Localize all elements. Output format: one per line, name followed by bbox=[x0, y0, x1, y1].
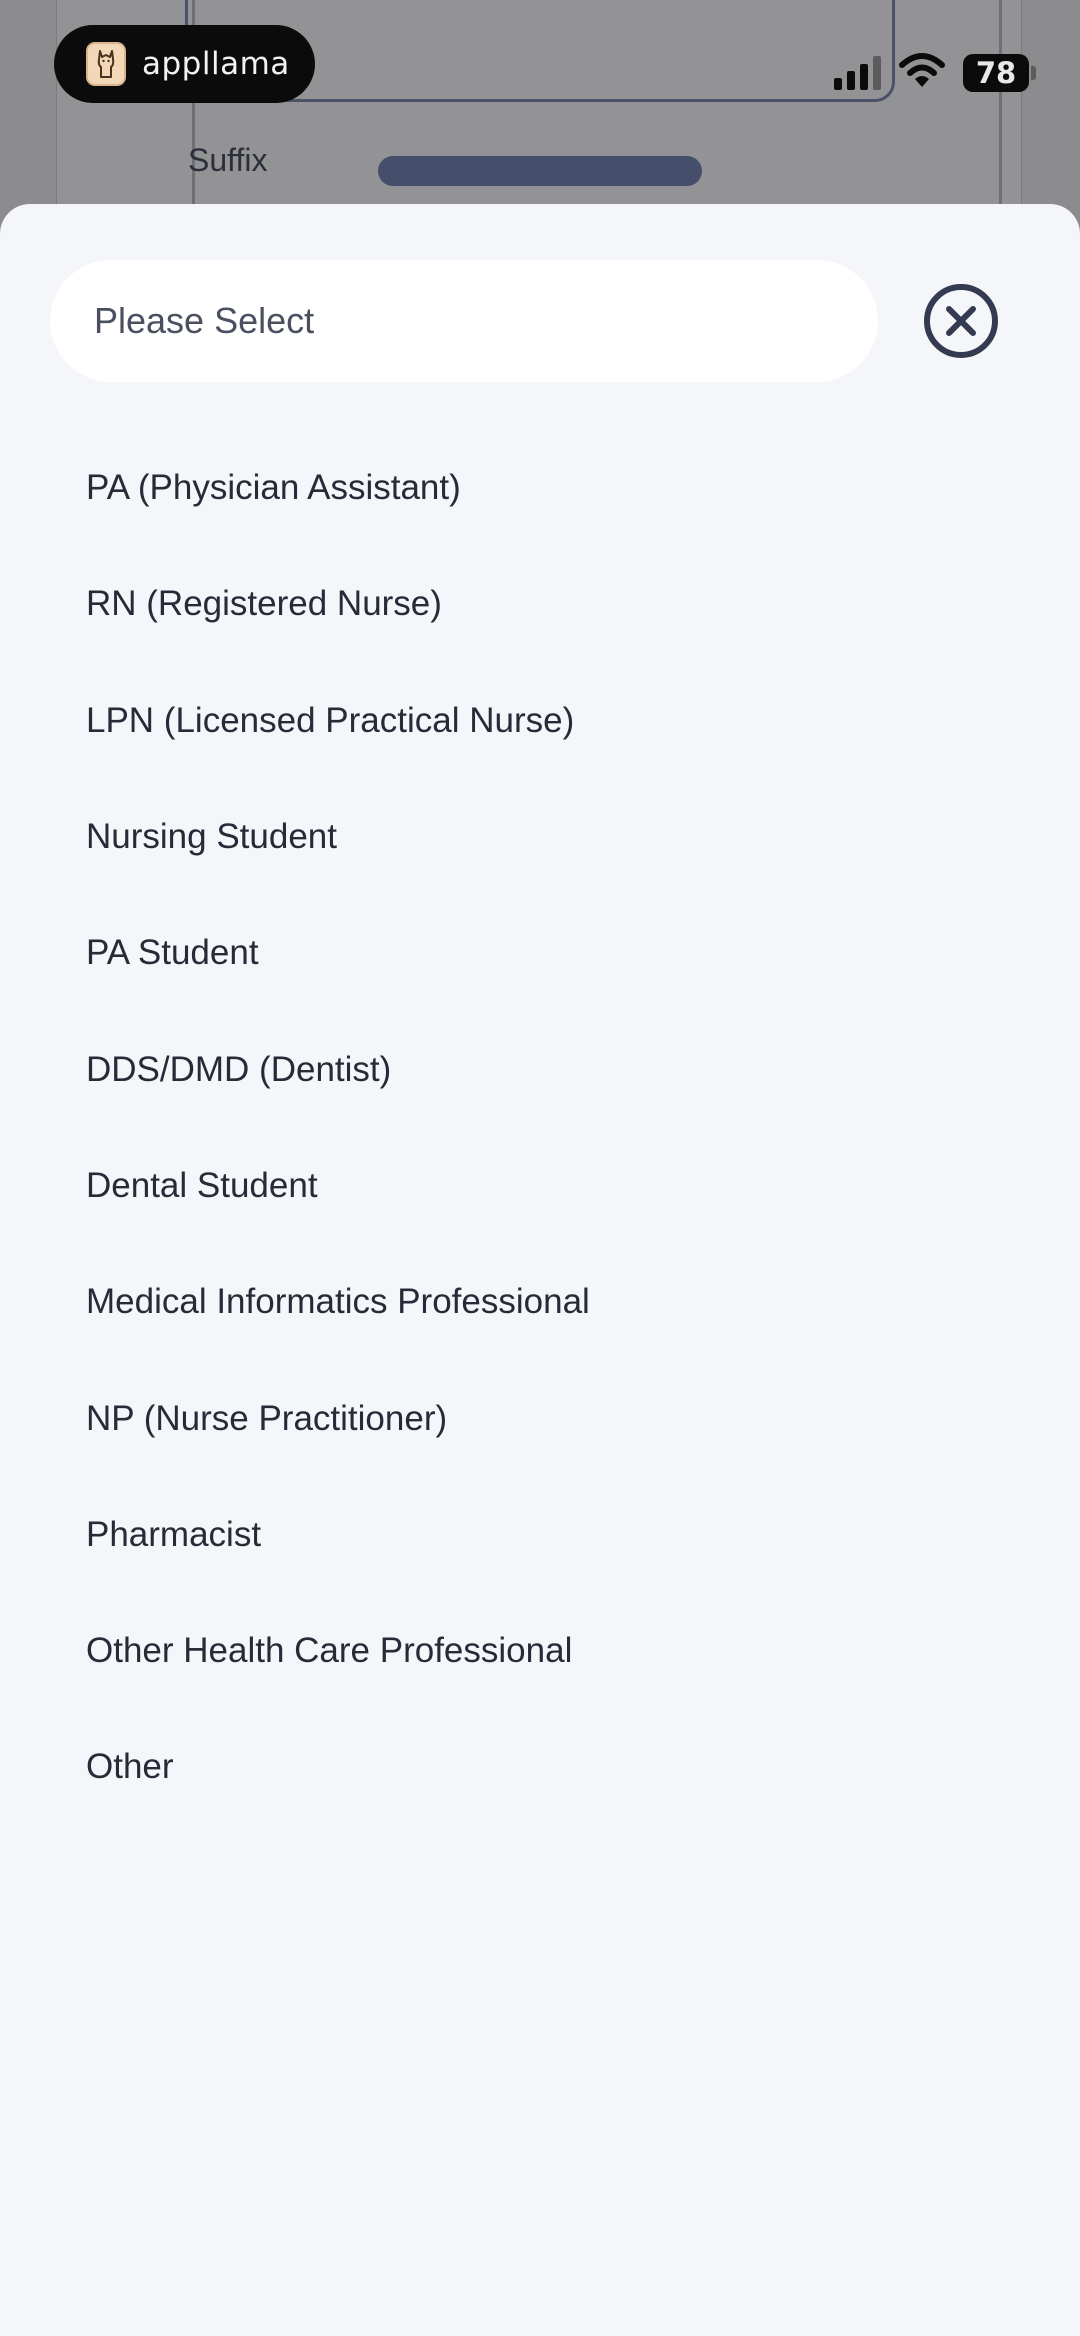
options-list: PA (Physician Assistant) RN (Registered … bbox=[0, 430, 1080, 1826]
status-icons: 78 bbox=[834, 48, 1036, 98]
option-dental-student[interactable]: Dental Student bbox=[0, 1128, 1080, 1244]
option-nursing-student[interactable]: Nursing Student bbox=[0, 779, 1080, 895]
llama-logo-icon bbox=[86, 42, 126, 86]
option-rn-registered-nurse[interactable]: RN (Registered Nurse) bbox=[0, 546, 1080, 662]
option-pa-physician-assistant[interactable]: PA (Physician Assistant) bbox=[0, 430, 1080, 546]
option-np-nurse-practitioner[interactable]: NP (Nurse Practitioner) bbox=[0, 1360, 1080, 1476]
close-button[interactable] bbox=[924, 284, 998, 358]
battery-level: 78 bbox=[963, 54, 1029, 92]
select-bottom-sheet: PA (Physician Assistant) RN (Registered … bbox=[0, 204, 1080, 2336]
option-other[interactable]: Other bbox=[0, 1709, 1080, 1825]
option-lpn-licensed-practical-nurse[interactable]: LPN (Licensed Practical Nurse) bbox=[0, 663, 1080, 779]
option-medical-informatics-professional[interactable]: Medical Informatics Professional bbox=[0, 1244, 1080, 1360]
app-indicator-pill: appllama bbox=[54, 25, 315, 103]
wifi-icon bbox=[899, 52, 945, 94]
option-dds-dmd-dentist[interactable]: DDS/DMD (Dentist) bbox=[0, 1011, 1080, 1127]
option-pa-student[interactable]: PA Student bbox=[0, 895, 1080, 1011]
option-other-health-care-professional[interactable]: Other Health Care Professional bbox=[0, 1593, 1080, 1709]
search-box[interactable] bbox=[50, 260, 878, 382]
battery-icon: 78 bbox=[963, 54, 1036, 92]
cellular-signal-icon bbox=[834, 56, 881, 90]
search-input[interactable] bbox=[94, 300, 814, 342]
close-circle-icon bbox=[946, 306, 976, 336]
suffix-label: Suffix bbox=[188, 142, 268, 178]
battery-tip bbox=[1031, 66, 1036, 80]
app-name: appllama bbox=[142, 46, 290, 82]
suffix-placeholder-bar bbox=[378, 156, 702, 186]
option-pharmacist[interactable]: Pharmacist bbox=[0, 1477, 1080, 1593]
